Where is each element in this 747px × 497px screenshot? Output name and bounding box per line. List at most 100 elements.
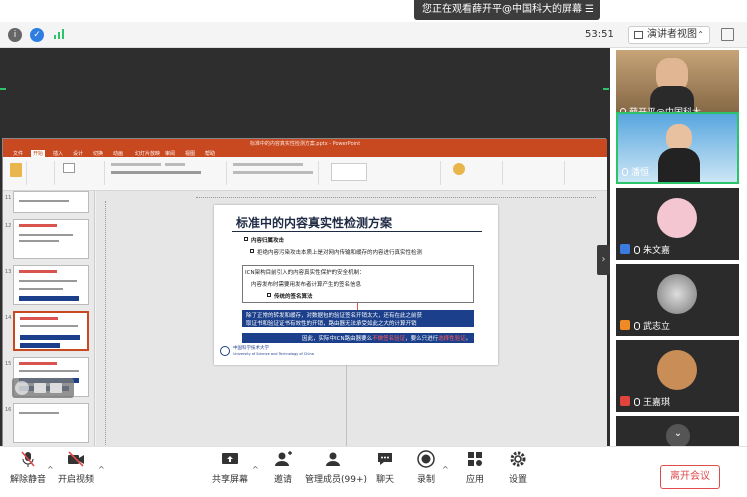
manage-members-button[interactable]: 管理成员(99+): [305, 450, 367, 485]
apps-button[interactable]: 应用: [462, 450, 488, 485]
collapse-panel-button[interactable]: ›: [597, 245, 610, 275]
participant-tile[interactable]: 武志立: [616, 264, 739, 336]
participant-tile[interactable]: 朱文嘉: [616, 188, 739, 260]
share-border-marker: [603, 88, 609, 90]
clipboard-icon: [10, 163, 22, 177]
slides-group[interactable]: [57, 161, 105, 185]
ustc-emblem-icon: [220, 346, 230, 356]
chat-button[interactable]: 聊天: [372, 450, 398, 485]
font-size-box[interactable]: [165, 163, 185, 166]
font-group[interactable]: [107, 161, 227, 185]
presenter-control-icon[interactable]: [50, 383, 62, 393]
ustc-logo: 中国科学技术大学 University of Science and Techn…: [220, 345, 314, 359]
view-label: 演讲者视图: [647, 29, 697, 40]
chevron-up-icon[interactable]: ^: [47, 465, 54, 474]
gear-icon: [510, 451, 526, 467]
mechanism-box: ICN架构目前引入的内容真实性保护的安全机制： 内容发布时需要用发布者计算产生的…: [242, 265, 474, 303]
ppt-tab[interactable]: 插入: [53, 150, 63, 157]
ppt-tab[interactable]: 动画: [113, 150, 123, 157]
scroll-down-icon[interactable]: ⌄: [666, 424, 690, 446]
ppt-tab[interactable]: 切换: [93, 150, 103, 157]
chat-icon: [378, 453, 392, 465]
slide-thumbnail[interactable]: [13, 265, 89, 305]
slide-line: 拒绝内容污染攻击本质上是对网内传输和缓存的内容进行真实性检测: [257, 250, 423, 256]
participant-name: 武志立: [620, 319, 670, 332]
participant-tile-speaking[interactable]: 潘恒: [616, 112, 739, 184]
screen-share-banner: 您正在观看薛开平@中国科大的屏幕 ☰: [414, 0, 600, 20]
ppt-tab[interactable]: 幻灯片放映: [135, 150, 160, 157]
ppt-tab[interactable]: 文件: [13, 150, 23, 157]
vertical-ruler: [102, 201, 106, 451]
slide-thumbnail-selected[interactable]: [13, 311, 89, 351]
apps-icon: [468, 452, 482, 466]
design-ideas-icon: [453, 163, 465, 175]
microphone-muted-icon: [634, 322, 640, 330]
shield-icon[interactable]: ✓: [30, 28, 44, 42]
meeting-bottom-toolbar: 解除静音 ^ 开启视频 ^ 共享屏幕 ^ 邀请 管理成员(99+) 聊天 录制 …: [0, 446, 747, 497]
paste-group[interactable]: [5, 161, 27, 185]
ppt-tab[interactable]: 设计: [73, 150, 83, 157]
bullet-icon: [267, 293, 271, 297]
bullet-icon: [244, 237, 248, 241]
list-icon[interactable]: ☰: [585, 0, 594, 20]
editing-group[interactable]: [443, 161, 503, 185]
participant-tile[interactable]: ⌄: [616, 416, 739, 446]
ppt-tab[interactable]: 审阅: [165, 150, 175, 157]
drawing-group[interactable]: [321, 161, 441, 185]
layout-icon: [634, 31, 643, 39]
chevron-up-icon[interactable]: ^: [98, 465, 105, 474]
slide-thumbnail[interactable]: [13, 403, 89, 443]
editing-tools[interactable]: [505, 161, 565, 185]
record-button[interactable]: 录制: [413, 450, 439, 485]
conclusion-box: 因此，实际中ICN路由器要么不做签名验证，要么只进行选择性验证。: [242, 333, 474, 343]
members-icon: [326, 452, 340, 466]
invite-button[interactable]: 邀请: [268, 450, 298, 485]
microphone-icon: [622, 168, 628, 176]
ppt-ribbon-tabs: 文件 开始 插入 设计 切换 动画 幻灯片放映 审阅 视图 帮助: [3, 149, 607, 157]
current-slide[interactable]: 标准中的内容真实性检测方案 内容归属攻击 拒绝内容污染攻击本质上是对网内传输和缓…: [214, 205, 498, 365]
settings-button[interactable]: 设置: [505, 450, 531, 485]
microphone-muted-icon: [634, 246, 640, 254]
share-screen-icon: [222, 453, 238, 464]
bullet-icon: [250, 249, 254, 253]
fullscreen-icon[interactable]: [721, 28, 734, 41]
share-screen-button[interactable]: 共享屏幕: [210, 450, 250, 485]
ppt-tab[interactable]: 视图: [185, 150, 195, 157]
camera-off-icon: [68, 451, 84, 467]
presenter-mini-toolbar[interactable]: [12, 378, 74, 398]
font-box[interactable]: [111, 163, 161, 166]
user-icon: [620, 244, 630, 254]
list-buttons[interactable]: [233, 163, 303, 166]
leave-meeting-button[interactable]: 离开会议: [660, 465, 720, 489]
conclusion-line: 因此，实际中ICN路由器要么不做签名验证，要么只进行选择性验证。: [302, 336, 472, 342]
presenter-control-icon[interactable]: [34, 383, 46, 393]
participant-tile[interactable]: 王嘉琪: [616, 340, 739, 412]
shared-screen: 标准中的内容真实性检测方案.pptx - PowerPoint 文件 开始 插入…: [0, 48, 610, 479]
participant-name: 朱文嘉: [620, 243, 670, 256]
thumb-number: 14: [5, 315, 12, 321]
chevron-up-icon: ⌃: [697, 30, 704, 39]
slide-thumbnail[interactable]: [13, 191, 89, 213]
chevron-up-icon[interactable]: ^: [442, 465, 449, 474]
chevron-up-icon[interactable]: ^: [252, 465, 259, 474]
ppt-tab[interactable]: 开始: [31, 150, 46, 157]
slide-line: 传统的签名算法: [274, 294, 313, 300]
paragraph-group[interactable]: [229, 161, 319, 185]
thumb-number: 11: [5, 195, 12, 201]
slide-thumbnail-pane: 11 12 13 14 15 16: [3, 191, 95, 461]
slide-thumbnail[interactable]: [13, 219, 89, 259]
ppt-tab[interactable]: 帮助: [205, 150, 215, 157]
info-icon[interactable]: i: [8, 28, 22, 42]
logo-en: University of Science and Technology of …: [233, 352, 314, 356]
speaker-view-button[interactable]: 演讲者视图 ⌃: [628, 26, 710, 44]
clipboard-group[interactable]: [29, 161, 55, 185]
slide-line: 内容归属攻击: [251, 238, 285, 244]
unmute-button[interactable]: 解除静音: [10, 450, 46, 485]
shapes-gallery[interactable]: [331, 163, 367, 181]
align-buttons[interactable]: [233, 171, 313, 174]
powerpoint-window: 标准中的内容真实性检测方案.pptx - PowerPoint 文件 开始 插入…: [2, 138, 607, 479]
signal-icon[interactable]: [52, 28, 66, 42]
start-video-button[interactable]: 开启视频: [56, 450, 96, 485]
font-style-buttons[interactable]: [111, 171, 201, 174]
overhead-box: 除了正常的转发和缓存，对数据包的验证签名开销太大，还有在此之前获 取证书和验证证…: [242, 310, 474, 327]
